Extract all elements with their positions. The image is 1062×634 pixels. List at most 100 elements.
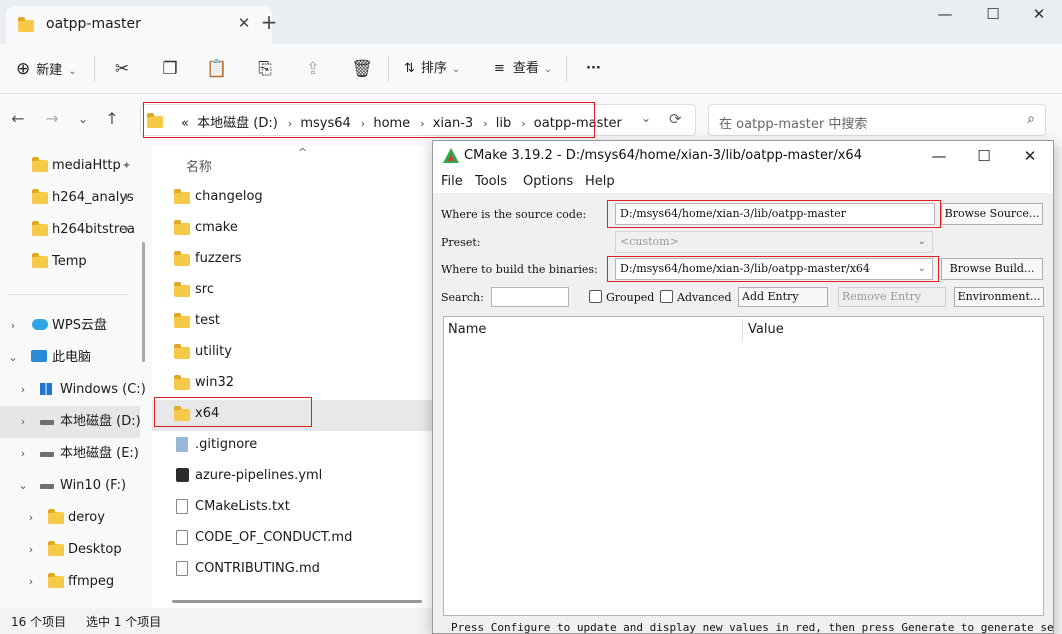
column-header-name[interactable]: Name: [448, 322, 486, 337]
chevron-right-icon[interactable]: ›: [16, 406, 30, 438]
delete-icon[interactable]: 🗑: [347, 54, 377, 84]
address-highlight-box: [143, 102, 595, 138]
share-icon[interactable]: ⇪: [298, 54, 328, 84]
folder-icon: [48, 573, 64, 588]
menu-file[interactable]: File: [441, 174, 463, 189]
chevron-right-icon[interactable]: ›: [6, 310, 20, 342]
chevron-right-icon[interactable]: ›: [24, 534, 38, 566]
tab-close-icon[interactable]: ✕: [234, 14, 254, 32]
chevron-right-icon[interactable]: ›: [24, 566, 38, 598]
file-name: fuzzers: [195, 251, 242, 266]
paste-icon[interactable]: 📋: [202, 54, 232, 84]
browse-build-button[interactable]: Browse Build...: [941, 258, 1043, 280]
folder-icon: [174, 375, 190, 390]
file-name: cmake: [195, 220, 238, 235]
file-row[interactable]: CMakeLists.txt: [152, 491, 432, 522]
tree-label: ffmpeg: [68, 574, 115, 589]
file-row[interactable]: CODE_OF_CONDUCT.md: [152, 522, 432, 553]
rename-icon[interactable]: ⎘: [250, 54, 280, 84]
folder-icon: [174, 313, 190, 328]
back-button[interactable]: ←: [6, 106, 30, 132]
file-name: src: [195, 282, 214, 297]
chevron-right-icon[interactable]: ›: [24, 502, 38, 534]
add-entry-button[interactable]: Add Entry: [738, 287, 828, 307]
maximize-button[interactable]: ☐: [970, 4, 1016, 32]
search-icon[interactable]: ⌕: [1027, 111, 1035, 127]
up-button[interactable]: ↑: [100, 106, 124, 132]
toolbar-divider: [566, 56, 567, 82]
recent-locations-button[interactable]: ⌄: [71, 106, 95, 132]
refresh-icon[interactable]: ⟳: [669, 110, 682, 128]
tree-item-drive-d[interactable]: › 本地磁盘 (D:): [0, 406, 152, 438]
file-row[interactable]: CONTRIBUTING.md: [152, 553, 432, 584]
chevron-down-icon[interactable]: ⌄: [16, 470, 30, 502]
view-button[interactable]: ≡ 查看 ⌄: [494, 54, 552, 84]
close-button[interactable]: ✕: [1016, 4, 1062, 32]
environment-button[interactable]: Environment...: [954, 287, 1044, 307]
preset-value: <custom>: [620, 235, 679, 248]
forward-button[interactable]: →: [40, 106, 64, 132]
quick-access-label: mediaHttp: [52, 158, 121, 173]
file-name: utility: [195, 344, 232, 359]
markdown-file-icon: [176, 561, 188, 576]
tree-item-ffmpeg[interactable]: › ffmpeg: [0, 566, 152, 598]
tree-item-desktop[interactable]: › Desktop: [0, 534, 152, 566]
cmake-close-button[interactable]: ✕: [1010, 145, 1050, 167]
column-divider[interactable]: [742, 319, 743, 341]
tree-item-drive-c[interactable]: › Windows (C:): [0, 374, 152, 406]
quick-access-item[interactable]: h264_analys ✦: [0, 182, 152, 214]
menu-options[interactable]: Options: [523, 174, 573, 189]
cmake-search-input[interactable]: [491, 287, 569, 307]
search-box[interactable]: 在 oatpp-master 中搜索 ⌕: [708, 104, 1046, 136]
chevron-right-icon[interactable]: ›: [16, 438, 30, 470]
cmake-maximize-button[interactable]: ☐: [964, 145, 1004, 167]
new-button[interactable]: ⊕ 新建 ⌄: [16, 54, 77, 84]
file-row[interactable]: fuzzers: [152, 243, 432, 274]
preset-select[interactable]: <custom> ⌄: [615, 231, 933, 253]
copy-icon[interactable]: ❐: [155, 54, 185, 84]
tree-label: Windows (C:): [60, 382, 146, 397]
address-dropdown-icon[interactable]: ⌄: [641, 111, 651, 125]
file-row[interactable]: test: [152, 305, 432, 336]
tree-item-deroy[interactable]: › deroy: [0, 502, 152, 534]
tree-item-drive-e[interactable]: › 本地磁盘 (E:): [0, 438, 152, 470]
menu-tools[interactable]: Tools: [475, 174, 507, 189]
file-row[interactable]: src: [152, 274, 432, 305]
chevron-right-icon[interactable]: ›: [16, 374, 30, 406]
quick-access-item[interactable]: Temp: [0, 246, 152, 278]
cmake-title-bar: CMake 3.19.2 - D:/msys64/home/xian-3/lib…: [433, 141, 1053, 171]
new-tab-button[interactable]: +: [259, 10, 279, 34]
browse-source-button[interactable]: Browse Source...: [941, 203, 1043, 225]
column-header-name[interactable]: 名称: [186, 156, 212, 175]
tree-item-wps-cloud[interactable]: › WPS云盘: [0, 310, 152, 342]
file-row[interactable]: .gitignore: [152, 429, 432, 460]
minimize-button[interactable]: —: [922, 4, 968, 32]
remove-entry-button[interactable]: Remove Entry: [838, 287, 946, 307]
tree-item-this-pc[interactable]: ⌄ 此电脑: [0, 342, 152, 374]
cut-icon[interactable]: ✂: [107, 54, 137, 84]
search-label: Search:: [441, 291, 484, 304]
cache-variables-table[interactable]: Name Value: [443, 316, 1044, 616]
file-explorer-window: oatpp-master ✕ + — ☐ ✕ ⊕ 新建 ⌄ ✂ ❐ 📋 ⎘ ⇪ 🗑 …: [0, 0, 1062, 634]
quick-access-item[interactable]: mediaHttp ✦: [0, 150, 152, 182]
file-row[interactable]: changelog: [152, 181, 432, 212]
file-row[interactable]: utility: [152, 336, 432, 367]
source-highlight-box: [607, 200, 941, 228]
menu-help[interactable]: Help: [585, 174, 615, 189]
column-header-value[interactable]: Value: [748, 322, 784, 337]
tree-item-drive-f[interactable]: ⌄ Win10 (F:): [0, 470, 152, 502]
horizontal-scrollbar[interactable]: [172, 600, 422, 603]
grouped-checkbox[interactable]: [589, 290, 602, 303]
cmake-minimize-button[interactable]: —: [919, 145, 959, 167]
quick-access-item[interactable]: h264bitstrea ✦: [0, 214, 152, 246]
chevron-down-icon[interactable]: ⌄: [6, 342, 20, 374]
more-options-button[interactable]: ···: [586, 54, 601, 84]
file-name: CONTRIBUTING.md: [195, 561, 320, 576]
advanced-checkbox[interactable]: [660, 290, 673, 303]
sort-button[interactable]: ⇅ 排序 ⌄: [404, 54, 460, 84]
drive-icon: [40, 420, 54, 425]
file-row[interactable]: azure-pipelines.yml: [152, 460, 432, 491]
file-row[interactable]: cmake: [152, 212, 432, 243]
tab-oatpp-master[interactable]: oatpp-master ✕: [6, 6, 272, 44]
file-row[interactable]: win32: [152, 367, 432, 398]
